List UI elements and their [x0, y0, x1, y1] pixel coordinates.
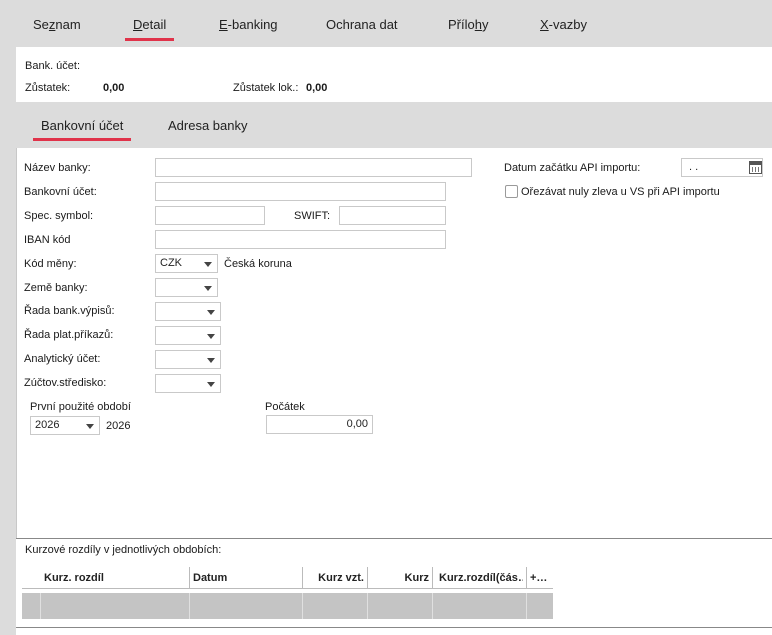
cell-divider [526, 593, 527, 619]
chevron-down-icon [207, 310, 215, 315]
cell-divider [189, 593, 190, 619]
col-kurz-rozdil-cast[interactable]: Kurz.rozdíl(čás… [439, 572, 523, 584]
col-kurz-rozdil[interactable]: Kurz. rozdíl [44, 572, 184, 584]
cost-center-select[interactable] [155, 374, 221, 393]
chevron-down-icon [204, 286, 212, 291]
col-divider [189, 567, 190, 589]
first-period-text: 2026 [106, 420, 131, 432]
tab-bankovni-ucet-label: Bankovní účet [41, 118, 124, 133]
tab-adresa-banky-label: Adresa banky [168, 118, 248, 133]
tab-adresa-banky[interactable]: Adresa banky [168, 118, 248, 133]
order-series-label: Řada plat.příkazů: [24, 329, 114, 341]
col-divider [432, 567, 433, 589]
col-kurz[interactable]: Kurz [371, 572, 429, 584]
bank-account-info-label: Bank. účet: [25, 60, 81, 72]
api-date-label: Datum začátku API importu: [504, 162, 641, 174]
tab-seznam-pre: Se [33, 17, 49, 32]
tab-bankovni-ucet[interactable]: Bankovní účet [33, 118, 132, 141]
currency-name: Česká koruna [224, 258, 292, 270]
bank-name-label: Název banky: [24, 162, 91, 174]
currency-select[interactable]: CZK [155, 254, 218, 273]
chevron-down-icon [207, 358, 215, 363]
tab-xvazby-post: -vazby [548, 17, 587, 32]
iban-input[interactable] [155, 230, 446, 249]
tab-seznam[interactable]: Seznam [33, 17, 81, 32]
balance-label: Zůstatek: [25, 82, 71, 94]
tab-ebanking[interactable]: E-banking [219, 17, 278, 32]
api-date-value: . . [689, 161, 699, 173]
start-input[interactable]: 0,00 [266, 415, 373, 434]
balance-local-value: 0,00 [306, 82, 328, 94]
country-label: Země banky: [24, 282, 88, 294]
bottom-divider [16, 627, 772, 628]
start-label: Počátek [265, 401, 305, 413]
tab-detail-mnemonic: D [133, 17, 143, 32]
tab-seznam-post: nam [55, 17, 81, 32]
bank-account-input[interactable] [155, 182, 446, 201]
tab-prilohy-post: y [481, 17, 489, 32]
tab-detail-post: etail [142, 17, 167, 32]
iban-label: IBAN kód [24, 234, 71, 246]
table-row[interactable] [22, 593, 553, 619]
tab-ochrana-dat[interactable]: Ochrana dat [326, 17, 398, 32]
spec-symbol-label: Spec. symbol: [24, 210, 94, 222]
analytic-account-label: Analytický účet: [24, 353, 101, 365]
trim-zeros-label: Ořezávat nuly zleva u VS při API importu [521, 186, 720, 198]
chevron-down-icon [207, 382, 215, 387]
tab-ebanking-post: -banking [227, 17, 278, 32]
order-series-select[interactable] [155, 326, 221, 345]
left-margin [0, 47, 16, 635]
currency-select-value: CZK [160, 257, 182, 269]
balance-local-label: Zůstatek lok.: [233, 82, 299, 94]
calendar-icon[interactable] [749, 161, 762, 174]
chevron-down-icon [204, 262, 212, 267]
bank-name-input[interactable] [155, 158, 472, 177]
cell-divider [432, 593, 433, 619]
active-tab-indicator [125, 38, 175, 41]
cell-divider [40, 593, 41, 619]
col-divider [302, 567, 303, 589]
first-period-label: První použité období [30, 401, 131, 413]
col-plus[interactable]: +… [530, 572, 552, 584]
spec-symbol-input[interactable] [155, 206, 265, 225]
first-period-select-value: 2026 [35, 419, 60, 431]
currency-label: Kód měny: [24, 258, 77, 270]
tab-prilohy-pre: Přílo [448, 17, 475, 32]
tab-detail[interactable]: Detail [125, 17, 175, 41]
statement-series-select[interactable] [155, 302, 221, 321]
col-divider [526, 567, 527, 589]
col-divider [367, 567, 368, 589]
grid-title: Kurzové rozdíly v jednotlivých obdobích: [25, 544, 222, 556]
tab-ebanking-mnemonic: E [219, 17, 228, 32]
bank-account-form: Název banky: Bankovní účet: Spec. symbol… [16, 148, 772, 538]
cost-center-label: Zúčtov.středisko: [24, 377, 107, 389]
first-period-select[interactable]: 2026 [30, 416, 100, 435]
cell-divider [302, 593, 303, 619]
grid-header: Kurz. rozdíl Datum Kurz vzt. Kurz Kurz.r… [22, 567, 553, 589]
top-tab-bar: Seznam Detail E-banking Ochrana dat Příl… [0, 0, 772, 47]
section-divider [16, 538, 772, 539]
cell-divider [367, 593, 368, 619]
swift-label: SWIFT: [294, 210, 331, 222]
chevron-down-icon [86, 424, 94, 429]
tab-prilohy[interactable]: Přílohy [448, 17, 488, 32]
tab-xvazby-mnemonic: X [540, 17, 549, 32]
country-select[interactable] [155, 278, 218, 297]
analytic-account-select[interactable] [155, 350, 221, 369]
statement-series-label: Řada bank.výpisů: [24, 305, 115, 317]
chevron-down-icon [207, 334, 215, 339]
tab-xvazby[interactable]: X-vazby [540, 17, 587, 32]
col-kurz-vzt[interactable]: Kurz vzt. [306, 572, 364, 584]
swift-input[interactable] [339, 206, 446, 225]
account-info-panel: Bank. účet: Zůstatek: 0,00 Zůstatek lok.… [16, 47, 772, 102]
trim-zeros-checkbox[interactable] [505, 185, 518, 198]
active-subtab-indicator [33, 138, 132, 141]
bank-account-label: Bankovní účet: [24, 186, 97, 198]
col-datum[interactable]: Datum [193, 572, 293, 584]
tab-ochrana-label: Ochrana dat [326, 17, 398, 32]
balance-value: 0,00 [103, 82, 125, 94]
tab-prilohy-mnemonic: h [474, 17, 482, 32]
sub-tab-bar: Bankovní účet Adresa banky [16, 102, 772, 148]
